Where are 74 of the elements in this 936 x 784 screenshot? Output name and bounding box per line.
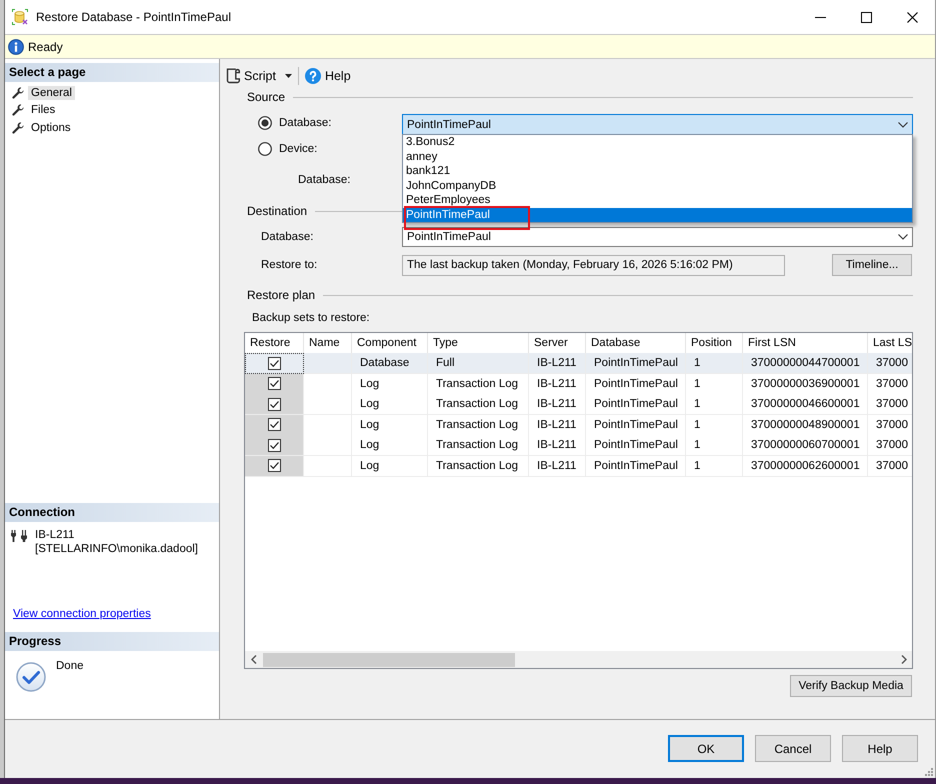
dropdown-option[interactable]: bank121 xyxy=(403,164,912,178)
checkmark-circle-icon xyxy=(16,662,46,692)
scrollbar-thumb[interactable] xyxy=(263,652,515,666)
user-name: [STELLARINFO\monika.dadool] xyxy=(35,542,198,556)
dialog-button[interactable]: Help xyxy=(842,735,918,762)
chevron-left-icon[interactable] xyxy=(251,655,257,664)
dropdown-option[interactable]: 3.Bonus2 xyxy=(403,135,912,150)
dropdown-option[interactable]: PointInTimePaul xyxy=(403,208,912,222)
group-label: Restore plan xyxy=(247,288,316,302)
table-cell: IB-L211 xyxy=(529,456,586,476)
table-cell: 37000000062600001 xyxy=(743,456,868,476)
chevron-down-icon xyxy=(898,122,908,128)
chevron-right-icon[interactable] xyxy=(901,655,907,664)
section-header: Progress xyxy=(5,632,219,651)
group-label: Source xyxy=(247,90,286,104)
plug-icon xyxy=(11,530,27,542)
verify-backup-media-button[interactable]: Verify Backup Media xyxy=(790,675,912,697)
radio-option[interactable]: Device: xyxy=(258,142,318,156)
table-cell: PointInTimePaul xyxy=(586,456,686,476)
table-row[interactable]: Database Full IB-L211 PointInTimePaul 1 37000000044700001 37000 xyxy=(245,353,912,374)
caret-icon xyxy=(284,74,292,78)
restore-checkbox[interactable] xyxy=(268,459,280,472)
scroll-icon xyxy=(226,68,240,84)
dropdown-option[interactable]: anney xyxy=(403,150,912,164)
resize-grip-icon[interactable] xyxy=(925,768,933,776)
field-label: Database: xyxy=(261,231,314,243)
minimize-icon xyxy=(814,16,826,18)
restore-checkbox[interactable] xyxy=(268,438,280,452)
server-name: IB-L211 xyxy=(35,528,76,542)
field-label: Database: xyxy=(298,174,350,186)
table-row[interactable]: Log Transaction Log IB-L211 PointInTimePaul 1 37000000062600001 37000 xyxy=(245,456,912,476)
wrench-icon xyxy=(12,104,24,116)
radio-option[interactable]: Database: xyxy=(258,116,332,130)
dropdown-option[interactable]: PeterEmployees xyxy=(403,193,912,208)
maximize-icon xyxy=(860,12,872,22)
column-header[interactable]: Last LS xyxy=(868,333,912,353)
database-icon xyxy=(12,9,28,25)
table-row[interactable]: Log Transaction Log IB-L211 PointInTimePaul 1 37000000046600001 37000 xyxy=(245,394,912,414)
table-cell: Log xyxy=(352,456,428,476)
restore-checkbox[interactable] xyxy=(268,398,280,410)
info-icon xyxy=(8,38,24,54)
page-link[interactable]: Options xyxy=(28,120,74,135)
dialog-button[interactable]: OK xyxy=(668,735,744,762)
chevron-down-icon xyxy=(898,234,908,240)
close-icon xyxy=(906,12,918,22)
section-header: Select a page xyxy=(5,63,219,82)
section-header: Connection xyxy=(5,503,219,522)
script-button[interactable]: Script xyxy=(226,68,292,84)
table-cell: Transaction Log xyxy=(428,456,529,476)
page-link[interactable]: Files xyxy=(28,103,58,118)
help-button[interactable]: Help xyxy=(304,68,351,84)
restore-checkbox[interactable] xyxy=(268,377,280,390)
restore-checkbox[interactable] xyxy=(268,418,280,431)
dropdown-option[interactable]: JohnCompanyDB xyxy=(403,178,912,193)
table-row[interactable]: Log Transaction Log IB-L211 PointInTimePaul 1 37000000060700001 37000 xyxy=(245,435,912,456)
horizontal-scrollbar[interactable] xyxy=(245,651,912,668)
restore-checkbox[interactable] xyxy=(268,357,281,370)
field-label: Restore to: xyxy=(261,259,318,271)
dialog-button[interactable]: Cancel xyxy=(755,735,831,762)
restore-to-field[interactable]: The last backup taken (Monday, February 16, 2026 5:16:02 PM) xyxy=(402,254,785,276)
progress-status: Done xyxy=(56,660,84,672)
help-icon xyxy=(304,68,321,84)
table-cell: 1 xyxy=(686,456,743,476)
database-dropdown[interactable]: PointInTimePaul xyxy=(402,227,913,247)
wrench-icon xyxy=(12,86,24,99)
page-link[interactable]: General xyxy=(28,86,75,100)
wrench-icon xyxy=(12,122,24,134)
table-label: Backup sets to restore: xyxy=(252,312,370,324)
timeline-button[interactable]: Timeline... xyxy=(832,254,912,276)
table-cell: 37000 xyxy=(868,456,912,476)
window-title: Restore Database - PointInTimePaul xyxy=(36,10,231,24)
status-text: Ready xyxy=(28,40,63,54)
group-label: Destination xyxy=(247,204,308,218)
connection-properties-link[interactable]: View connection properties xyxy=(13,608,151,620)
